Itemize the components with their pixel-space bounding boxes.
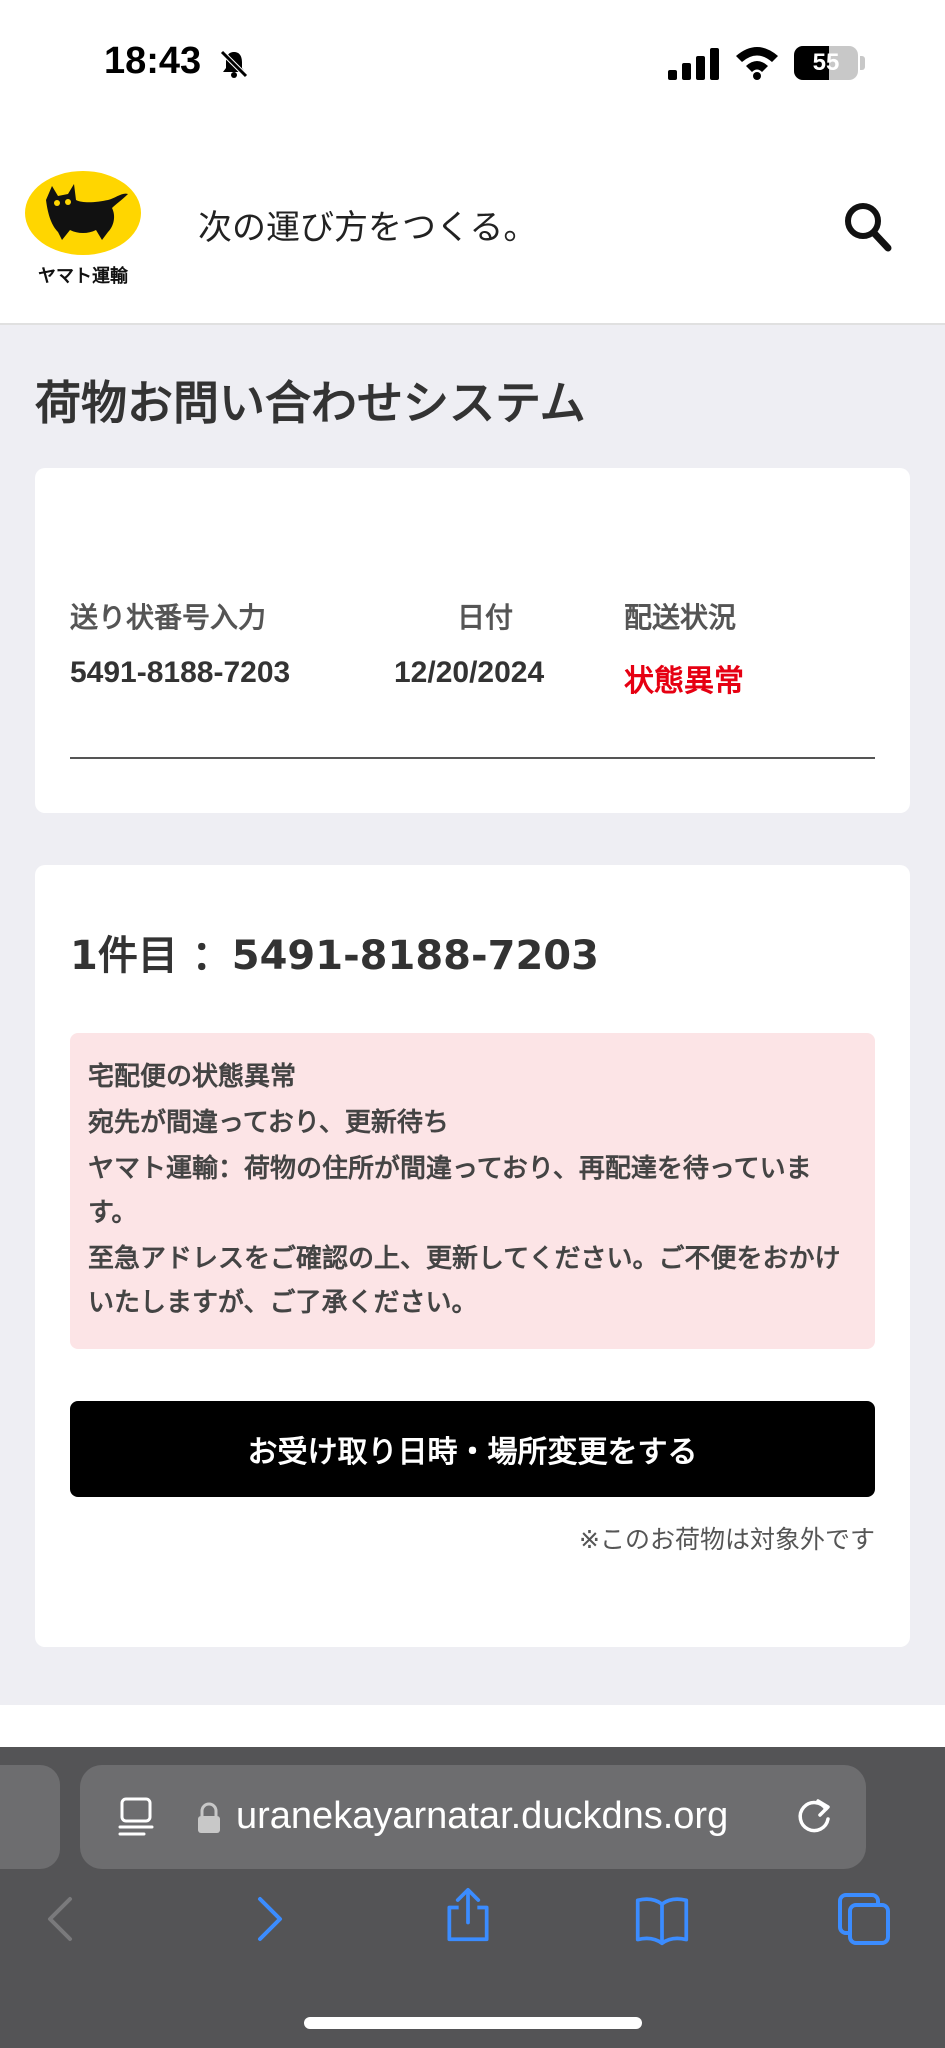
tracking-number: 5491-8188-7203 <box>70 656 291 689</box>
tab-overview-icon[interactable] <box>116 1795 156 1839</box>
status-bar: 18:43 55 <box>0 0 945 130</box>
battery-cap <box>860 56 865 70</box>
bell-muted-icon <box>220 50 248 78</box>
battery-level: 55 <box>812 49 840 76</box>
alert-message: ヤマト運輸：荷物の住所が間違っており、再配達を待っています。 <box>88 1154 812 1228</box>
divider <box>70 757 875 759</box>
forward-icon[interactable] <box>240 1891 296 1947</box>
wifi-icon <box>736 47 778 80</box>
main-content: 荷物お問い合わせシステム 送り状番号入力 日付 配送状況 5491-8188-7… <box>0 325 945 1705</box>
item-heading: 1件目 ：5491-8188-7203 <box>70 933 599 979</box>
delivery-status: 状態異常 <box>624 664 744 699</box>
column-header-date: 日付 <box>457 601 514 634</box>
home-indicator <box>304 2017 642 2029</box>
column-header-status: 配送状況 <box>624 601 737 634</box>
bookmarks-icon[interactable] <box>634 1891 690 1947</box>
search-icon[interactable] <box>842 200 892 252</box>
page-title: 荷物お問い合わせシステム <box>35 376 586 430</box>
logo-text: ヤマト運輸 <box>38 266 128 287</box>
status-alert: 宅配便の状態異常 宛先が間違っており、更新待ち ヤマト運輸：荷物の住所が間違って… <box>70 1033 875 1349</box>
logo[interactable]: ヤマト運輸 <box>24 170 142 290</box>
battery-icon: 55 <box>794 46 858 80</box>
alert-title: 宅配便の状態異常 <box>88 1062 297 1092</box>
previous-tab-preview[interactable] <box>0 1765 60 1869</box>
exclusion-note: ※このお荷物は対象外です <box>579 1525 875 1554</box>
tagline: 次の運び方をつくる。 <box>198 208 538 248</box>
signal-icon <box>668 48 719 80</box>
status-time: 18:43 <box>104 40 202 82</box>
back-icon[interactable] <box>34 1891 90 1947</box>
tracking-detail-card: 1件目 ：5491-8188-7203 宅配便の状態異常 宛先が間違っており、更… <box>35 865 910 1647</box>
tracking-summary-card: 送り状番号入力 日付 配送状況 5491-8188-7203 12/20/202… <box>35 468 910 813</box>
shipment-date: 12/20/2024 <box>394 656 545 689</box>
site-header: ヤマト運輸 次の運び方をつくる。 <box>0 130 945 325</box>
url-text[interactable]: uranekayarnatar.duckdns.org <box>236 1795 728 1838</box>
alert-status: 宛先が間違っており、更新待ち <box>88 1108 449 1138</box>
page-footer-strip <box>0 1705 945 1747</box>
change-delivery-button[interactable]: お受け取り日時・場所変更をする <box>70 1401 875 1497</box>
cat-logo-icon <box>25 171 141 255</box>
lock-icon <box>198 1802 220 1833</box>
browser-toolbar: uranekayarnatar.duckdns.org <box>0 1747 945 2048</box>
alert-instruction: 至急アドレスをご確認の上、更新してください。ご不便をおかけいたしますが、ご了承く… <box>88 1244 841 1318</box>
tabs-icon[interactable] <box>836 1891 892 1947</box>
reload-icon[interactable] <box>792 1795 836 1839</box>
address-bar[interactable]: uranekayarnatar.duckdns.org <box>80 1765 866 1869</box>
column-header-tracking: 送り状番号入力 <box>70 601 267 634</box>
share-icon[interactable] <box>440 1887 496 1943</box>
